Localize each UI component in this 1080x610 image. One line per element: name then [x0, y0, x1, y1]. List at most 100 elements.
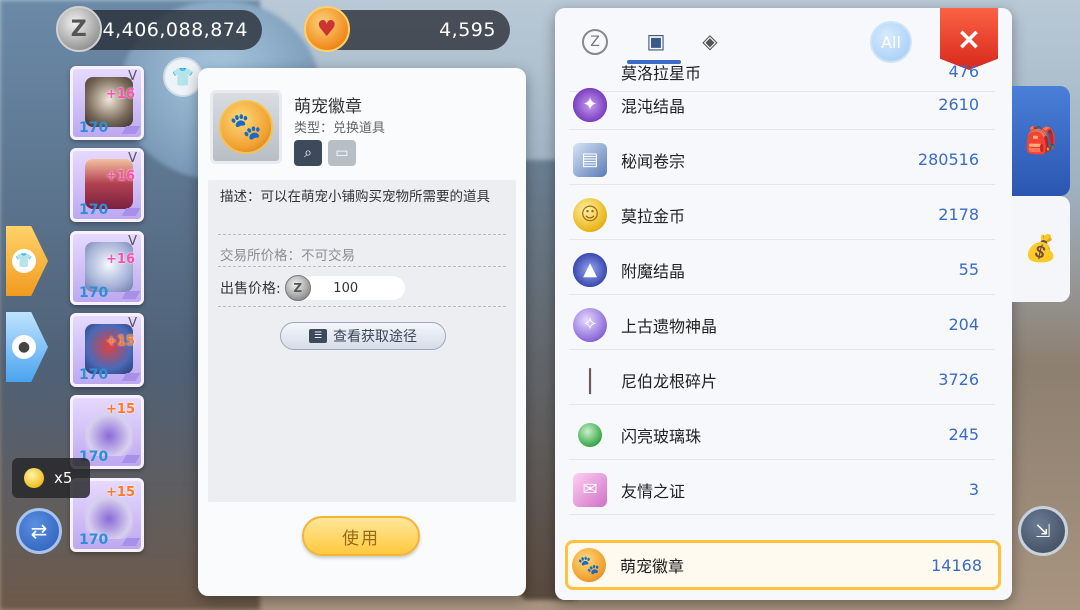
use-button[interactable]: 使用: [302, 516, 420, 556]
list-item[interactable]: 闪亮玻璃珠 245: [569, 410, 995, 460]
list-item[interactable]: ❘ 尼伯龙根碎片 3726: [569, 355, 995, 405]
equipment-refine: +16: [106, 169, 135, 184]
shard-icon: ❘: [579, 364, 601, 395]
friendship-icon: ✉: [573, 472, 607, 507]
equipment-refine: +15: [106, 334, 135, 349]
item-name: 萌宠徽章: [294, 97, 362, 117]
item-name: 尼伯龙根碎片: [621, 371, 718, 391]
zeny-coin-icon: Z: [284, 275, 311, 301]
list-item[interactable]: ▲ 附魔结晶 55: [569, 245, 995, 295]
divider: [218, 306, 506, 307]
equipment-corner: [121, 455, 141, 463]
equipment-corner: [121, 208, 141, 216]
equipment-level: 170: [79, 367, 109, 383]
item-name: 附魔结晶: [621, 261, 686, 281]
shirt-icon: 👕: [12, 249, 36, 273]
equipment-slot[interactable]: V +15 170: [70, 313, 144, 387]
list-item[interactable]: ✉ 友情之证 3: [569, 465, 995, 515]
item-count: 2610: [938, 95, 979, 114]
item-name: 混沌结晶: [621, 96, 686, 116]
zeny-amount: 4,406,088,874: [102, 19, 248, 41]
backpack-tab[interactable]: 🎒: [1012, 86, 1070, 196]
item-count: 476: [948, 62, 979, 81]
sell-price-row: 出售价格: Z 100: [220, 275, 405, 301]
item-name: 友情之证: [621, 481, 686, 501]
equipment-slot[interactable]: V +16 170: [70, 66, 144, 140]
share-button[interactable]: ⇄: [16, 508, 62, 554]
chaos-crystal-icon: ✦: [573, 87, 607, 122]
use-button-label: 使用: [342, 528, 380, 549]
zeny-currency-bar: Z 4,406,088,874: [56, 6, 262, 52]
zeny-bag-tab[interactable]: 💰: [1012, 196, 1070, 302]
equipment-level: 170: [79, 532, 109, 548]
sell-price-field: Z 100: [284, 275, 405, 301]
equipment-refine: +15: [106, 402, 135, 417]
ancient-relic-icon: ✧: [573, 307, 607, 342]
equipment-slot[interactable]: V +16 170: [70, 148, 144, 222]
item-count: 3726: [938, 370, 979, 389]
item-type: 类型：兑换道具: [294, 121, 386, 136]
trade-price: 交易所价格：不可交易: [220, 248, 355, 264]
equipment-level: 170: [79, 285, 109, 301]
item-count: 55: [958, 260, 979, 279]
equipment-corner: [121, 126, 141, 134]
share-icon: ⇄: [30, 519, 48, 543]
money-bag-icon: 💰: [1024, 234, 1058, 264]
list-item[interactable]: ▤ 秘闻卷宗 280516: [569, 135, 995, 185]
filter-all-label: All: [881, 32, 901, 52]
item-name: 闪亮玻璃珠: [621, 426, 702, 446]
shirt-icon[interactable]: 👕: [163, 57, 203, 97]
equipment-level: 170: [79, 120, 109, 136]
inspect-icon[interactable]: ⌕: [294, 140, 322, 166]
scroll-icon: ▤: [573, 142, 607, 177]
item-name: 莫拉金币: [621, 206, 686, 226]
list-item[interactable]: ✧ 上古遗物神晶 204: [569, 300, 995, 350]
item-count: 3: [968, 480, 979, 499]
exit-button[interactable]: ⇲: [1018, 506, 1068, 556]
pet-badge-icon: 🐾: [219, 100, 273, 154]
equipment-corner: [121, 538, 141, 546]
equipment-tier: V: [128, 234, 137, 249]
item-count: 2178: [938, 205, 979, 224]
equipment-corner: [121, 373, 141, 381]
equipment-tier: V: [128, 316, 137, 331]
divider: [218, 266, 506, 267]
route-icon: ☰: [309, 329, 327, 343]
item-count: 204: [948, 315, 979, 334]
person-icon: ●: [12, 335, 36, 359]
backpack-icon: 🎒: [1024, 126, 1058, 156]
item-count: 280516: [917, 150, 979, 169]
tray-icon[interactable]: ▭: [328, 140, 356, 166]
gold-coin-tooltip: x5: [12, 458, 90, 498]
gold-coin-icon: [24, 468, 44, 488]
zeny-coin-icon: Z: [56, 6, 102, 52]
item-detail-body: 描述：可以在萌宠小铺购买宠物所需要的道具 交易所价格：不可交易 出售价格: Z …: [208, 180, 516, 502]
equipment-refine: +15: [106, 485, 135, 500]
divider: [218, 234, 506, 235]
equipment-tier: V: [128, 151, 137, 166]
item-description: 描述：可以在萌宠小铺购买宠物所需要的道具: [220, 189, 490, 205]
view-source-button[interactable]: ☰ 查看获取途径: [280, 322, 446, 350]
sell-price-label: 出售价格:: [220, 281, 281, 297]
gold-coin-icon: ☺: [573, 197, 607, 232]
list-item[interactable]: ☺ 莫拉金币 2178: [569, 190, 995, 240]
equipment-slot[interactable]: V +16 170: [70, 231, 144, 305]
pet-coin-icon: ♥: [304, 6, 350, 52]
enchant-crystal-icon: ▲: [573, 252, 607, 287]
gold-coin-count: x5: [54, 469, 73, 487]
exit-icon: ⇲: [1035, 520, 1051, 542]
list-item-selected[interactable]: 🐾 萌宠徽章 14168: [565, 540, 1001, 590]
equipment-refine: +16: [106, 252, 135, 267]
pet-coin-currency-bar: ♥ 4,595: [304, 6, 510, 52]
equipment-refine: +16: [106, 87, 135, 102]
equipment-corner: [121, 291, 141, 299]
item-thumbnail: 🐾: [210, 90, 282, 164]
item-name: 秘闻卷宗: [621, 151, 686, 171]
inventory-panel: Z ▣ ◈ All × 莫洛拉星币 476 ✦ 混沌结晶 2610 ▤ 秘闻卷宗…: [555, 8, 1012, 600]
item-count: 14168: [931, 555, 982, 575]
pet-badge-icon: 🐾: [572, 548, 606, 582]
item-name: 萌宠徽章: [620, 557, 685, 576]
list-item[interactable]: ✦ 混沌结晶 2610: [569, 80, 995, 130]
equipment-tier: V: [128, 69, 137, 84]
item-count: 245: [948, 425, 979, 444]
